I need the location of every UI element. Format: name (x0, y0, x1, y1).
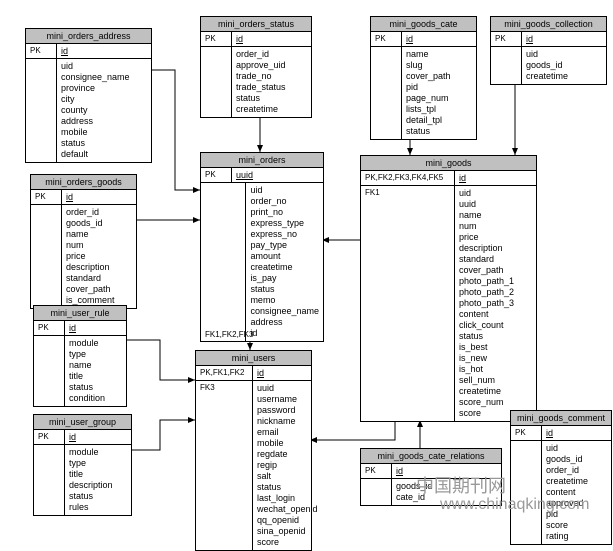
pk-label: PK (26, 44, 57, 58)
fk-col (201, 47, 232, 117)
entity-orders-goods: mini_orders_goods PKid order_idgoods_idn… (30, 174, 137, 309)
pk-label: PK (361, 464, 392, 478)
fk-col (34, 445, 65, 515)
entity-title: mini_orders_goods (31, 175, 136, 190)
entity-title: mini_orders_status (201, 17, 311, 32)
fields: moduletypenametitlestatuscondition (65, 336, 126, 406)
entity-title: mini_orders (201, 153, 323, 168)
id-field: id (65, 321, 126, 335)
entity-title: mini_goods (361, 156, 536, 171)
fk-col: FK1 (361, 186, 455, 421)
pk-label: PK (34, 321, 65, 335)
watermark-url: www.chinaqking.com (440, 496, 589, 514)
pk-label: PK (31, 190, 62, 204)
entity-title: mini_goods_cate_relations (361, 449, 501, 464)
pk-label: PK (491, 32, 522, 46)
fk-col (491, 47, 522, 84)
fk-col (371, 47, 402, 139)
fields: uidorder_noprint_noexpress_typeexpress_n… (246, 183, 323, 341)
entity-user-rule: mini_user_rule PKid moduletypenametitles… (33, 305, 127, 407)
entity-title: mini_user_group (34, 415, 131, 430)
fk-col (31, 205, 62, 308)
entity-goods-cate: mini_goods_cate PKid nameslugcover_pathp… (370, 16, 477, 140)
entity-title: mini_goods_comment (511, 411, 611, 426)
id-field: id (253, 366, 311, 380)
fields: uiduuidnamenumpricedescriptionstandardco… (455, 186, 536, 421)
fields: order_idapprove_uidtrade_notrade_statuss… (232, 47, 311, 117)
entity-title: mini_goods_collection (491, 17, 606, 32)
pk-label: PK (511, 426, 542, 440)
fields: nameslugcover_pathpidpage_numlists_tplde… (402, 47, 476, 139)
fk-col: FK1,FK2,FK3 (201, 183, 246, 341)
entity-user-group: mini_user_group PKid moduletypetitledesc… (33, 414, 132, 516)
fk-col (361, 479, 392, 505)
fields: uuidusernamepasswordnicknameemailmobiler… (253, 381, 322, 550)
entity-title: mini_goods_cate (371, 17, 476, 32)
pk-label: PK (34, 430, 65, 444)
id-field: id (65, 430, 131, 444)
watermark-text: 中国期刊网 (416, 472, 506, 498)
fields: uidconsignee_nameprovincecitycountyaddre… (57, 59, 151, 162)
id-field: id (542, 426, 611, 440)
entity-goods-comment: mini_goods_comment PKid uidgoods_idorder… (510, 410, 612, 545)
fields: uidgoods_idorder_idcreatetimecontentappr… (542, 441, 611, 544)
entity-orders: mini_orders PKuuid FK1,FK2,FK3uidorder_n… (200, 152, 324, 342)
pk-label: PK (201, 168, 232, 182)
pk-label: PK,FK1,FK2 (196, 366, 253, 380)
pk-label: PK (371, 32, 402, 46)
id-field: id (522, 32, 606, 46)
id-field: uuid (232, 168, 323, 182)
entity-orders-status: mini_orders_status PKid order_idapprove_… (200, 16, 312, 118)
fk-col (34, 336, 65, 406)
pk-label: PK (201, 32, 232, 46)
entity-users: mini_users PK,FK1,FK2id FK3uuidusernamep… (195, 350, 312, 551)
fk-col (511, 441, 542, 544)
id-field: id (402, 32, 476, 46)
pk-label: PK,FK2,FK3,FK4,FK5 (361, 171, 455, 185)
id-field: id (62, 190, 136, 204)
fk-col (26, 59, 57, 162)
entity-title: mini_orders_address (26, 29, 151, 44)
fields: moduletypetitledescriptionstatusrules (65, 445, 131, 515)
entity-goods-collection: mini_goods_collection PKid uidgoods_idcr… (490, 16, 607, 85)
fk-col: FK3 (196, 381, 253, 550)
entity-goods: mini_goods PK,FK2,FK3,FK4,FK5id FK1uiduu… (360, 155, 537, 422)
id-field: id (57, 44, 151, 58)
fields: order_idgoods_idnamenumpricedescriptions… (62, 205, 136, 308)
entity-title: mini_user_rule (34, 306, 126, 321)
id-field: id (455, 171, 536, 185)
entity-orders-address: mini_orders_address PKid uidconsignee_na… (25, 28, 152, 163)
fields: uidgoods_idcreatetime (522, 47, 606, 84)
id-field: id (232, 32, 311, 46)
entity-title: mini_users (196, 351, 311, 366)
